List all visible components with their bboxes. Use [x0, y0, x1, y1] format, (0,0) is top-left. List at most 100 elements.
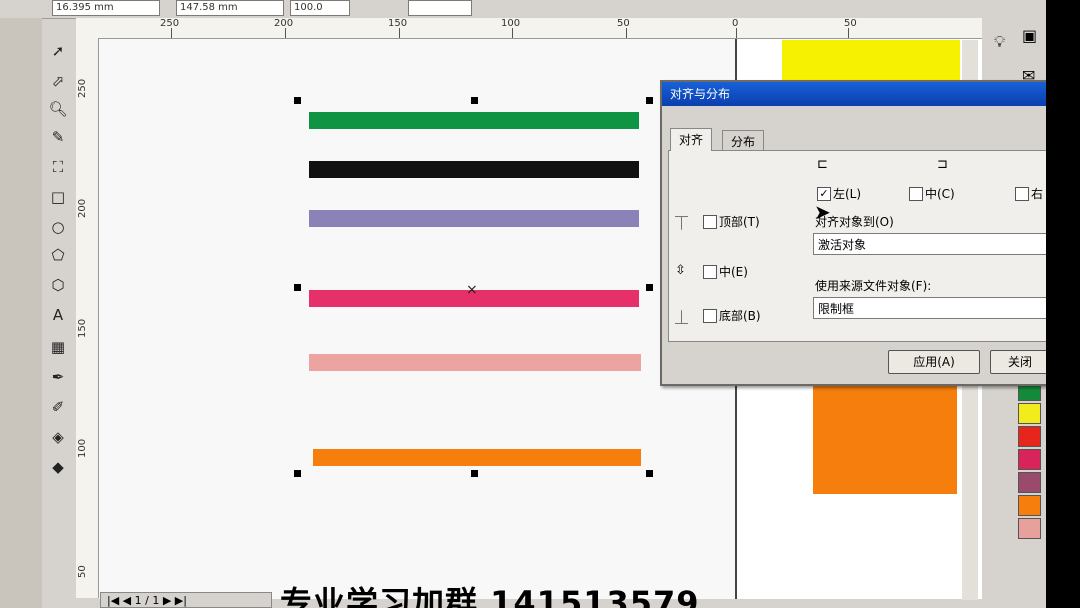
middle-label: 中(E) [719, 265, 748, 279]
mouse-cursor-icon: ➤ [814, 200, 831, 224]
palette-swatch[interactable] [1018, 403, 1041, 424]
v-ruler-label: 100 [77, 438, 88, 458]
horizontal-ruler[interactable]: 250 200 150 100 50 0 50 [76, 18, 984, 39]
apply-button[interactable]: 应用(A) [888, 350, 980, 374]
v-ruler-label: 250 [77, 78, 88, 98]
palette-swatch[interactable] [1018, 518, 1041, 539]
align-left-icon: ⊏ [817, 157, 828, 172]
h-ruler-label: 100 [501, 18, 521, 29]
ellipse-tool-icon[interactable]: ○ [47, 216, 69, 238]
watermark-text: 专业学习加群 141513579 [280, 584, 700, 608]
h-ruler-label: 50 [844, 18, 857, 29]
selection-handle[interactable] [294, 284, 301, 291]
palette-swatch[interactable] [1018, 495, 1041, 516]
right-label: 右 [1031, 187, 1044, 201]
h-tick [512, 28, 513, 38]
toolbox-edge [0, 18, 42, 608]
polygon-tool-icon[interactable]: ⬠ [47, 244, 69, 266]
selection-handle[interactable] [471, 97, 478, 104]
pick-tool-icon[interactable]: ➚ [47, 40, 69, 62]
h-tick [285, 28, 286, 38]
align-middle-icon: ⇳ [675, 263, 686, 278]
page-number: 1 / 1 [134, 594, 160, 607]
align-bottom-icon: ⏊ [675, 311, 689, 326]
page-navigator[interactable]: |◀ ◀ 1 / 1 ▶ ▶| [100, 592, 272, 608]
close-button[interactable]: 关闭 [990, 350, 1046, 374]
scale-field[interactable]: 100.0 [290, 0, 350, 16]
zoom-tool-icon[interactable]: 🔍︎ [47, 98, 69, 120]
selection-handle[interactable] [646, 284, 653, 291]
rectangle-tool-icon[interactable]: □ [47, 186, 69, 208]
dialog-title[interactable]: 对齐与分布 [662, 82, 1046, 106]
black-border [1046, 0, 1080, 608]
lavender-bar[interactable] [309, 210, 639, 227]
v-ruler-label: 200 [77, 198, 88, 218]
h-ruler-label: 150 [388, 18, 408, 29]
basic-shapes-tool-icon[interactable]: ⬡ [47, 274, 69, 296]
h-tick [399, 28, 400, 38]
fill-tool-icon[interactable]: ◈ [47, 426, 69, 448]
orange-rectangle[interactable] [813, 384, 957, 494]
left-label: 左(L) [833, 187, 862, 201]
shape-tool-icon[interactable]: ⬀ [47, 70, 69, 92]
selection-handle[interactable] [646, 470, 653, 477]
center-h-label: 中(C) [925, 187, 955, 201]
smart-fill-tool-icon[interactable]: ⛶ [47, 156, 69, 178]
v-ruler-label: 50 [77, 565, 88, 578]
yellow-rectangle[interactable] [782, 40, 960, 80]
tab-align[interactable]: 对齐 [670, 128, 713, 151]
green-bar[interactable] [309, 112, 639, 129]
interactive-fill-tool-icon[interactable]: ◆ [47, 456, 69, 478]
left-checkbox[interactable]: ✓ [817, 187, 831, 201]
text-tool-icon[interactable]: A [47, 304, 69, 326]
outline-tool-icon[interactable]: ✐ [47, 396, 69, 418]
h-ruler-label: 50 [617, 18, 630, 29]
align-distribute-dialog: 对齐与分布 对齐 分布 ⊏ ⊐ ✓ 左(L) 中(C) 右 ⏉ 顶部(T) ⇳ … [660, 80, 1046, 386]
h-ruler-label: 200 [274, 18, 294, 29]
rotation-field[interactable] [408, 0, 472, 16]
center-x-icon: × [466, 282, 478, 298]
align-top-icon: ⏉ [675, 217, 689, 232]
h-tick [848, 28, 849, 38]
v-ruler-label: 150 [77, 318, 88, 338]
source-select[interactable]: 限制框 [813, 297, 1046, 319]
docker-image-icon[interactable]: ▣ [1022, 26, 1037, 45]
selection-handle[interactable] [294, 97, 301, 104]
top-label: 顶部(T) [719, 215, 760, 229]
corel-window: 16.395 mm 147.58 mm 100.0 ➚ ⬀ 🔍︎ ✎ ⛶ □ ○… [0, 0, 1046, 608]
color-palette [1016, 380, 1041, 560]
palette-swatch[interactable] [1018, 449, 1041, 470]
palette-swatch[interactable] [1018, 472, 1041, 493]
selection-handle[interactable] [646, 97, 653, 104]
black-bar[interactable] [309, 161, 639, 178]
bottom-checkbox[interactable] [703, 309, 717, 323]
eyedropper-tool-icon[interactable]: ✒ [47, 366, 69, 388]
palette-swatch[interactable] [1018, 426, 1041, 447]
bottom-label: 底部(B) [719, 309, 761, 323]
toolbox: ➚ ⬀ 🔍︎ ✎ ⛶ □ ○ ⬠ ⬡ A ▦ ✒ ✐ ◈ ◆ [42, 36, 77, 596]
page-prev-icon[interactable]: |◀ ◀ [107, 594, 135, 607]
right-checkbox[interactable] [1015, 187, 1029, 201]
source-label: 使用来源文件对象(F): [815, 279, 932, 293]
h-tick [736, 28, 737, 38]
y-position-field[interactable]: 147.58 mm [176, 0, 284, 16]
align-tab-panel: ⊏ ⊐ ✓ 左(L) 中(C) 右 ⏉ 顶部(T) ⇳ 中(E) ⏊ 底部(B)… [668, 150, 1046, 342]
h-tick [171, 28, 172, 38]
salmon-bar[interactable] [309, 354, 641, 371]
vertical-ruler[interactable]: 250 200 150 100 50 [76, 38, 99, 598]
top-checkbox[interactable] [703, 215, 717, 229]
selection-handle[interactable] [471, 470, 478, 477]
x-position-field[interactable]: 16.395 mm [52, 0, 160, 16]
h-ruler-label: 250 [160, 18, 180, 29]
interactive-blend-tool-icon[interactable]: ▦ [47, 336, 69, 358]
align-center-icon: ⊐ [937, 157, 948, 172]
center-h-checkbox[interactable] [909, 187, 923, 201]
h-tick [626, 28, 627, 38]
align-to-select[interactable]: 激活对象 [813, 233, 1046, 255]
orange-bar[interactable] [313, 449, 641, 466]
bulb-icon[interactable]: 💡︎ [994, 32, 1005, 52]
selection-handle[interactable] [294, 470, 301, 477]
middle-checkbox[interactable] [703, 265, 717, 279]
page-next-icon[interactable]: ▶ ▶| [159, 594, 187, 607]
freehand-tool-icon[interactable]: ✎ [47, 126, 69, 148]
